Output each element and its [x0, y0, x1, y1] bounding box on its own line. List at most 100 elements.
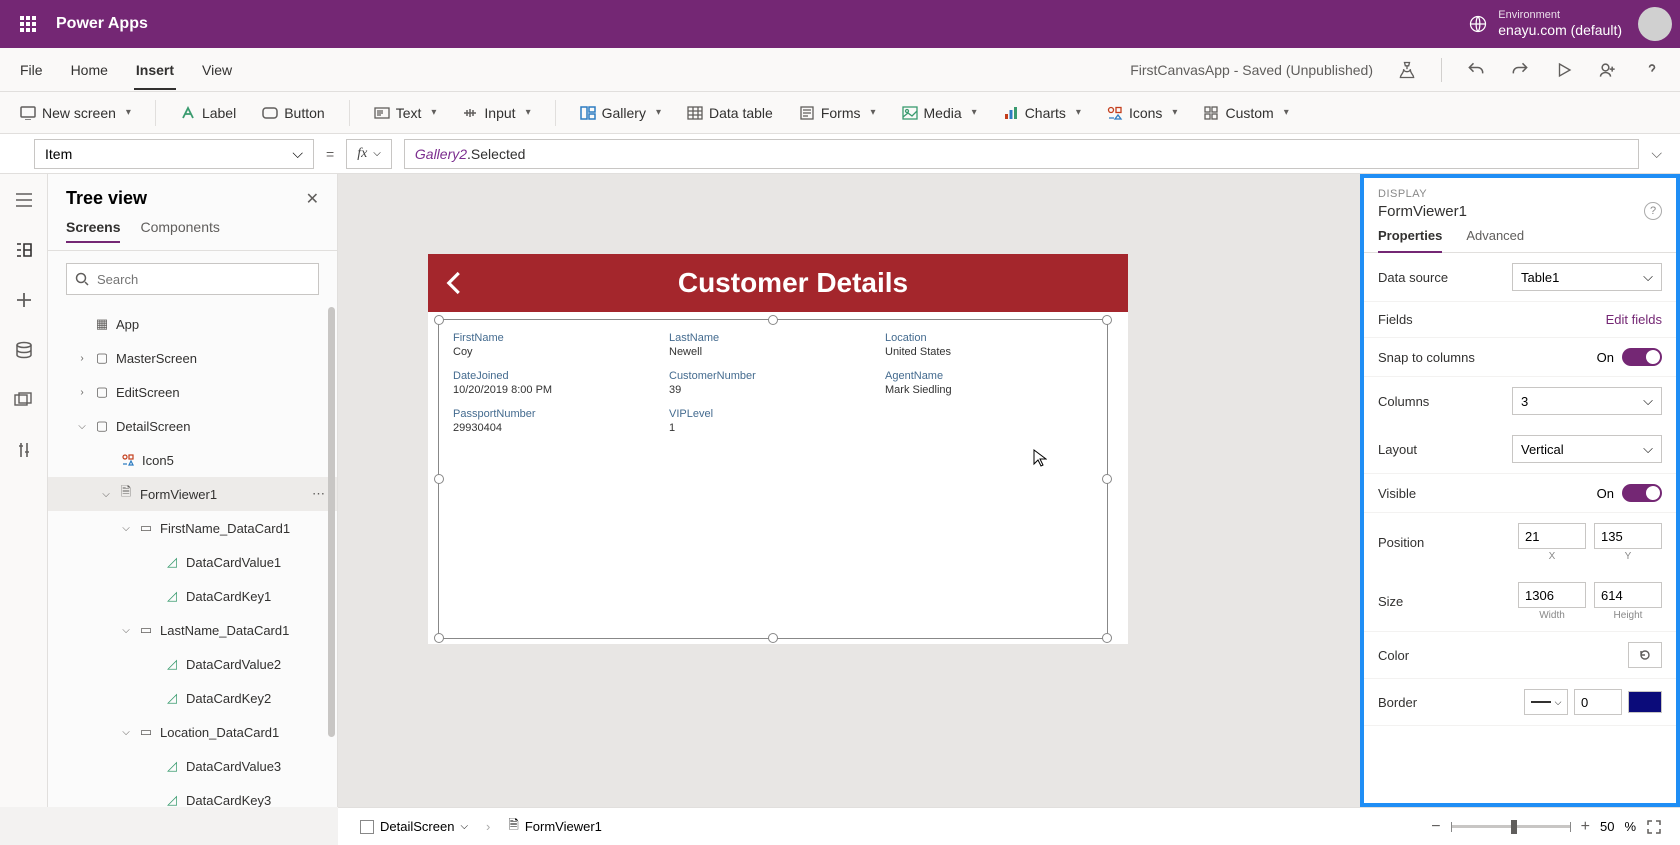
zoom-in-button[interactable]: + — [1581, 818, 1590, 836]
zoom-thumb[interactable] — [1511, 820, 1517, 834]
border-style-select[interactable]: ⌵ — [1524, 689, 1568, 715]
menu-file[interactable]: File — [18, 52, 45, 88]
prop-columns-select[interactable]: 3⌵ — [1512, 387, 1662, 415]
resize-handle[interactable] — [768, 315, 778, 325]
tree-datacardkey1[interactable]: ◿DataCardKey1 — [48, 579, 337, 613]
menu-insert[interactable]: Insert — [134, 52, 176, 90]
text-dropdown[interactable]: Text — [372, 101, 439, 125]
scrollbar-thumb[interactable] — [328, 307, 335, 737]
resize-handle[interactable] — [434, 474, 444, 484]
visible-toggle[interactable] — [1622, 484, 1662, 502]
input-dropdown[interactable]: Input — [460, 101, 532, 125]
gallery-dropdown[interactable]: Gallery — [578, 101, 663, 125]
app-checker-button[interactable] — [1397, 60, 1417, 80]
property-selector[interactable]: Item⌵ — [34, 139, 314, 169]
label-button[interactable]: Label — [178, 101, 238, 125]
resize-handle[interactable] — [434, 633, 444, 643]
label-icon: ◿ — [164, 588, 180, 604]
size-height-input[interactable] — [1594, 582, 1662, 608]
status-screen-chip[interactable]: DetailScreen ⌵ — [356, 817, 472, 836]
tab-screens[interactable]: Screens — [66, 219, 120, 243]
tree-datacardvalue1[interactable]: ◿DataCardValue1 — [48, 545, 337, 579]
custom-dropdown[interactable]: Custom — [1201, 101, 1290, 125]
rail-advanced-tools[interactable] — [12, 438, 36, 462]
prop-datasource-label: Data source — [1378, 270, 1448, 285]
datatable-button[interactable]: Data table — [685, 101, 775, 125]
tree-datacardvalue3[interactable]: ◿DataCardValue3 — [48, 749, 337, 783]
formviewer-selection[interactable]: FirstNameCoy LastNameNewell LocationUnit… — [438, 319, 1108, 639]
more-icon[interactable]: ⋯ — [312, 486, 327, 502]
menu-bar: File Home Insert View FirstCanvasApp - S… — [0, 48, 1680, 92]
size-width-input[interactable] — [1518, 582, 1586, 608]
button-icon — [262, 105, 278, 121]
menu-view[interactable]: View — [200, 52, 234, 88]
rail-tree-view[interactable] — [12, 238, 36, 262]
color-reset-button[interactable] — [1628, 642, 1662, 668]
prop-snap-label: Snap to columns — [1378, 350, 1475, 365]
tree-masterscreen[interactable]: ›▢MasterScreen — [48, 341, 337, 375]
prop-layout-select[interactable]: Vertical⌵ — [1512, 435, 1662, 463]
redo-button[interactable] — [1510, 60, 1530, 80]
undo-button[interactable] — [1466, 60, 1486, 80]
snap-toggle[interactable] — [1622, 348, 1662, 366]
user-avatar[interactable] — [1638, 7, 1672, 41]
edit-fields-link[interactable]: Edit fields — [1606, 312, 1662, 327]
tree-datacardkey2[interactable]: ◿DataCardKey2 — [48, 681, 337, 715]
tree-datacardkey3[interactable]: ◿DataCardKey3 — [48, 783, 337, 807]
play-button[interactable] — [1554, 61, 1574, 79]
rail-data[interactable] — [12, 338, 36, 362]
resize-handle[interactable] — [434, 315, 444, 325]
resize-handle[interactable] — [1102, 633, 1112, 643]
tree-detailscreen[interactable]: ⌵▢DetailScreen — [48, 409, 337, 443]
rail-hamburger[interactable] — [12, 188, 36, 212]
formula-expand-icon[interactable]: ⌵ — [1651, 145, 1662, 162]
formula-input[interactable]: Gallery2.Selected — [404, 139, 1639, 169]
fx-indicator[interactable]: fx ⌵ — [346, 139, 392, 169]
datatable-icon — [687, 105, 703, 121]
tree-location-card[interactable]: ⌵▭Location_DataCard1 — [48, 715, 337, 749]
icons-dropdown[interactable]: Icons — [1105, 101, 1180, 125]
tree-lastname-card[interactable]: ⌵▭LastName_DataCard1 — [48, 613, 337, 647]
status-element-chip[interactable]: 🗎 FormViewer1 — [504, 814, 606, 840]
position-x-input[interactable] — [1518, 523, 1586, 549]
back-icon[interactable] — [440, 268, 470, 298]
position-y-input[interactable] — [1594, 523, 1662, 549]
left-rail — [0, 174, 48, 807]
tab-properties[interactable]: Properties — [1378, 228, 1442, 253]
resize-handle[interactable] — [1102, 315, 1112, 325]
design-canvas[interactable]: Customer Details FirstNameCoy LastNameNe… — [338, 174, 1360, 807]
tree-formviewer1[interactable]: ⌵🗎FormViewer1⋯ — [48, 477, 337, 511]
resize-handle[interactable] — [768, 633, 778, 643]
close-icon[interactable]: ✕ — [306, 189, 319, 209]
prop-datasource-select[interactable]: Table1⌵ — [1512, 263, 1662, 291]
help-icon[interactable]: ? — [1644, 202, 1662, 220]
tree-firstname-card[interactable]: ⌵▭FirstName_DataCard1 — [48, 511, 337, 545]
tree-editscreen[interactable]: ›▢EditScreen — [48, 375, 337, 409]
charts-dropdown[interactable]: Charts — [1001, 101, 1083, 125]
zoom-slider[interactable] — [1451, 825, 1571, 828]
share-button[interactable] — [1598, 60, 1618, 80]
border-color-swatch[interactable] — [1628, 691, 1662, 713]
tab-advanced[interactable]: Advanced — [1466, 228, 1524, 252]
tree-icon5[interactable]: Icon5 — [48, 443, 337, 477]
zoom-out-button[interactable]: − — [1431, 818, 1440, 836]
button-button[interactable]: Button — [260, 101, 326, 125]
search-input[interactable] — [97, 272, 310, 287]
visible-state: On — [1597, 486, 1614, 501]
forms-dropdown[interactable]: Forms — [797, 101, 878, 125]
help-button[interactable] — [1642, 60, 1662, 80]
fit-screen-button[interactable] — [1646, 819, 1662, 835]
environment-picker[interactable]: Environment enayu.com (default) — [1468, 9, 1622, 39]
menu-home[interactable]: Home — [69, 52, 110, 88]
rail-insert[interactable] — [12, 288, 36, 312]
app-launcher-button[interactable] — [8, 4, 48, 44]
border-width-input[interactable] — [1574, 689, 1622, 715]
tree-app-node[interactable]: ▦App — [48, 307, 337, 341]
resize-handle[interactable] — [1102, 474, 1112, 484]
tab-components[interactable]: Components — [140, 219, 219, 242]
new-screen-button[interactable]: New screen — [18, 101, 133, 125]
tree-datacardvalue2[interactable]: ◿DataCardValue2 — [48, 647, 337, 681]
media-dropdown[interactable]: Media — [900, 101, 979, 125]
tree-search[interactable] — [66, 263, 319, 295]
rail-media[interactable] — [12, 388, 36, 412]
